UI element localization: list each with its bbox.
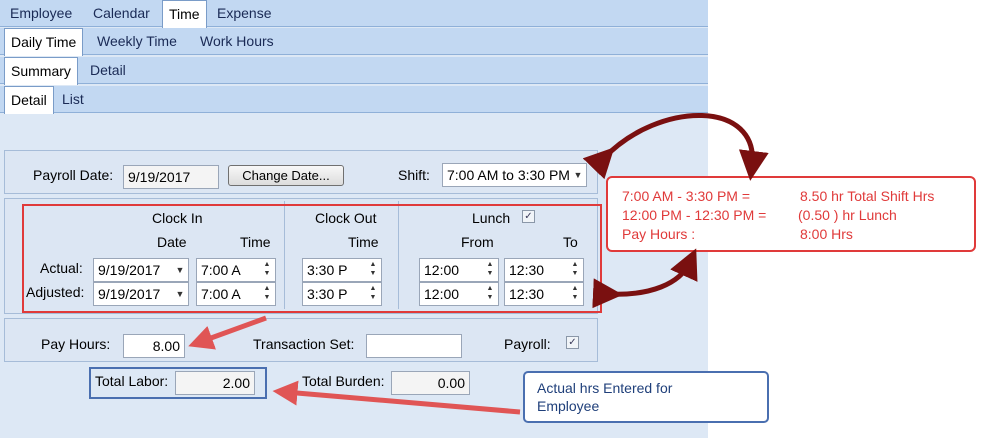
pay-hours-note-label: Pay Hours : [622, 226, 696, 242]
tab-expense[interactable]: Expense [211, 0, 277, 27]
pay-hours-note-value: 8:00 Hrs [800, 226, 853, 242]
payroll-header-panel: Payroll Date: 9/19/2017 Change Date... S… [4, 150, 598, 194]
tab-work-hours[interactable]: Work Hours [194, 28, 280, 55]
pay-hours-field[interactable]: 8.00 [123, 334, 185, 358]
tab-detail[interactable]: Detail [84, 57, 132, 84]
lunch-hours-text: (0.50 ) hr Lunch [798, 207, 897, 223]
time-tab-bar: Daily Time Weekly Time Work Hours [0, 28, 708, 56]
total-labor-highlight-box [89, 367, 267, 399]
pay-panel: Pay Hours: 8.00 Transaction Set: Payroll… [4, 318, 598, 362]
pay-hours-value: 8.00 [152, 338, 180, 354]
shift-range-text: 7:00 AM - 3:30 PM = [622, 188, 751, 204]
view-tab-bar: Summary Detail [0, 57, 708, 85]
labor-note-callout: Actual hrs Entered for Employee [523, 371, 769, 423]
shift-label: Shift: [398, 167, 430, 183]
tab-time[interactable]: Time [162, 0, 207, 28]
tab-calendar[interactable]: Calendar [87, 0, 156, 27]
tab-summary[interactable]: Summary [4, 57, 78, 85]
payroll-date-label: Payroll Date: [33, 167, 114, 183]
lunch-range-text: 12:00 PM - 12:30 PM = [622, 207, 767, 223]
tab-detail-sub[interactable]: Detail [4, 86, 54, 114]
change-date-button[interactable]: Change Date... [228, 165, 344, 186]
shift-calculation-callout: 7:00 AM - 3:30 PM = 8.50 hr Total Shift … [606, 176, 976, 252]
tab-daily-time[interactable]: Daily Time [4, 28, 84, 56]
sub-tab-bar: Detail List [0, 86, 708, 114]
shift-select[interactable]: 7:00 AM to 3:30 PM ▼ [442, 163, 587, 187]
total-burden-label: Total Burden: [302, 373, 385, 389]
labor-note-text: Actual hrs Entered for Employee [537, 380, 673, 414]
tab-employee[interactable]: Employee [4, 0, 78, 27]
chevron-down-icon[interactable]: ▼ [571, 165, 585, 185]
tab-list[interactable]: List [56, 86, 90, 113]
clock-highlight-box [22, 204, 602, 313]
total-burden-value: 0.00 [437, 375, 465, 391]
payroll-date-field[interactable]: 9/19/2017 [123, 165, 219, 189]
payroll-label: Payroll: [504, 336, 551, 352]
transaction-set-label: Transaction Set: [253, 336, 355, 352]
payroll-checkbox[interactable]: ✓ [566, 336, 579, 349]
main-tab-bar: Employee Calendar Time Expense [0, 0, 708, 28]
tab-weekly-time[interactable]: Weekly Time [91, 28, 183, 55]
pay-hours-label: Pay Hours: [41, 336, 111, 352]
payroll-date-value: 9/19/2017 [128, 169, 191, 185]
transaction-set-field[interactable] [366, 334, 462, 358]
shift-hours-text: 8.50 hr Total Shift Hrs [800, 188, 935, 204]
shift-value: 7:00 AM to 3:30 PM [447, 167, 570, 183]
total-burden-field[interactable]: 0.00 [391, 371, 470, 395]
